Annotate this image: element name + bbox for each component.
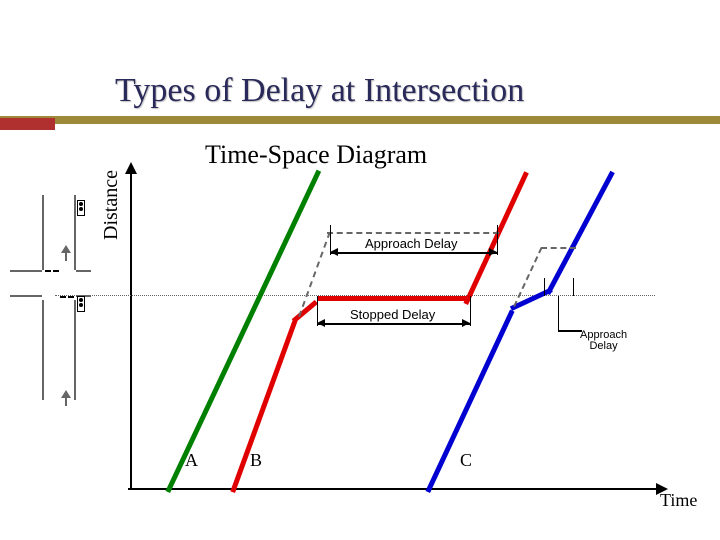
pointer-line bbox=[558, 330, 582, 332]
traffic-light-icon bbox=[77, 296, 85, 312]
trajectory-c-depart bbox=[546, 171, 615, 295]
approach-delay-label-b: Approach Delay bbox=[365, 236, 458, 251]
stopline-dash bbox=[60, 296, 66, 298]
stopline-dash bbox=[53, 270, 59, 272]
vehicle-direction-arrow-icon bbox=[61, 245, 71, 259]
approach-delay-label-c: Approach Delay bbox=[580, 330, 627, 352]
delay-tick bbox=[497, 225, 498, 255]
y-axis bbox=[130, 168, 132, 490]
title-underline bbox=[0, 116, 720, 124]
vehicle-label-b: B bbox=[250, 450, 262, 471]
arrowhead-icon bbox=[489, 248, 497, 256]
vehicle-label-a: A bbox=[185, 450, 198, 471]
x-axis bbox=[128, 488, 658, 490]
arrowhead-icon bbox=[317, 319, 325, 327]
title-accent-block bbox=[0, 118, 55, 130]
trajectory-b-approach bbox=[230, 319, 297, 493]
page-title: Types of Delay at Intersection bbox=[115, 72, 524, 110]
delay-tick bbox=[470, 296, 471, 326]
trajectory-b-stopped bbox=[317, 296, 470, 301]
approach-delay-bracket-b bbox=[330, 252, 497, 254]
trajectory-b-ideal-dashed-h bbox=[327, 232, 499, 234]
x-axis-label: Time bbox=[660, 490, 697, 511]
vehicle-direction-arrow-icon bbox=[61, 390, 71, 404]
delay-tick bbox=[573, 278, 574, 296]
intersection-road bbox=[76, 270, 91, 272]
traffic-light-icon bbox=[77, 200, 85, 216]
stopped-delay-label-b: Stopped Delay bbox=[350, 307, 435, 322]
intersection-road bbox=[42, 300, 44, 400]
stopline-dash bbox=[45, 270, 51, 272]
intersection-road bbox=[10, 295, 42, 297]
y-axis-label: Distance bbox=[100, 170, 123, 240]
delay-tick bbox=[544, 278, 545, 296]
vehicle-label-c: C bbox=[460, 450, 472, 471]
arrowhead-icon bbox=[462, 319, 470, 327]
trajectory-a bbox=[165, 170, 321, 493]
intersection-road bbox=[74, 300, 76, 400]
stopline-dash bbox=[68, 296, 74, 298]
intersection-road bbox=[42, 195, 44, 270]
subtitle: Time-Space Diagram bbox=[205, 140, 427, 170]
intersection-road bbox=[74, 195, 76, 270]
trajectory-c-ideal-dashed-h bbox=[541, 247, 576, 249]
y-axis-arrowhead-icon bbox=[125, 162, 137, 174]
diagram-stage: Types of Delay at Intersection Time-Spac… bbox=[0, 0, 720, 540]
pointer-line bbox=[558, 296, 559, 330]
arrowhead-icon bbox=[330, 248, 338, 256]
intersection-road bbox=[10, 270, 42, 272]
stopped-delay-bracket-b bbox=[317, 323, 470, 325]
